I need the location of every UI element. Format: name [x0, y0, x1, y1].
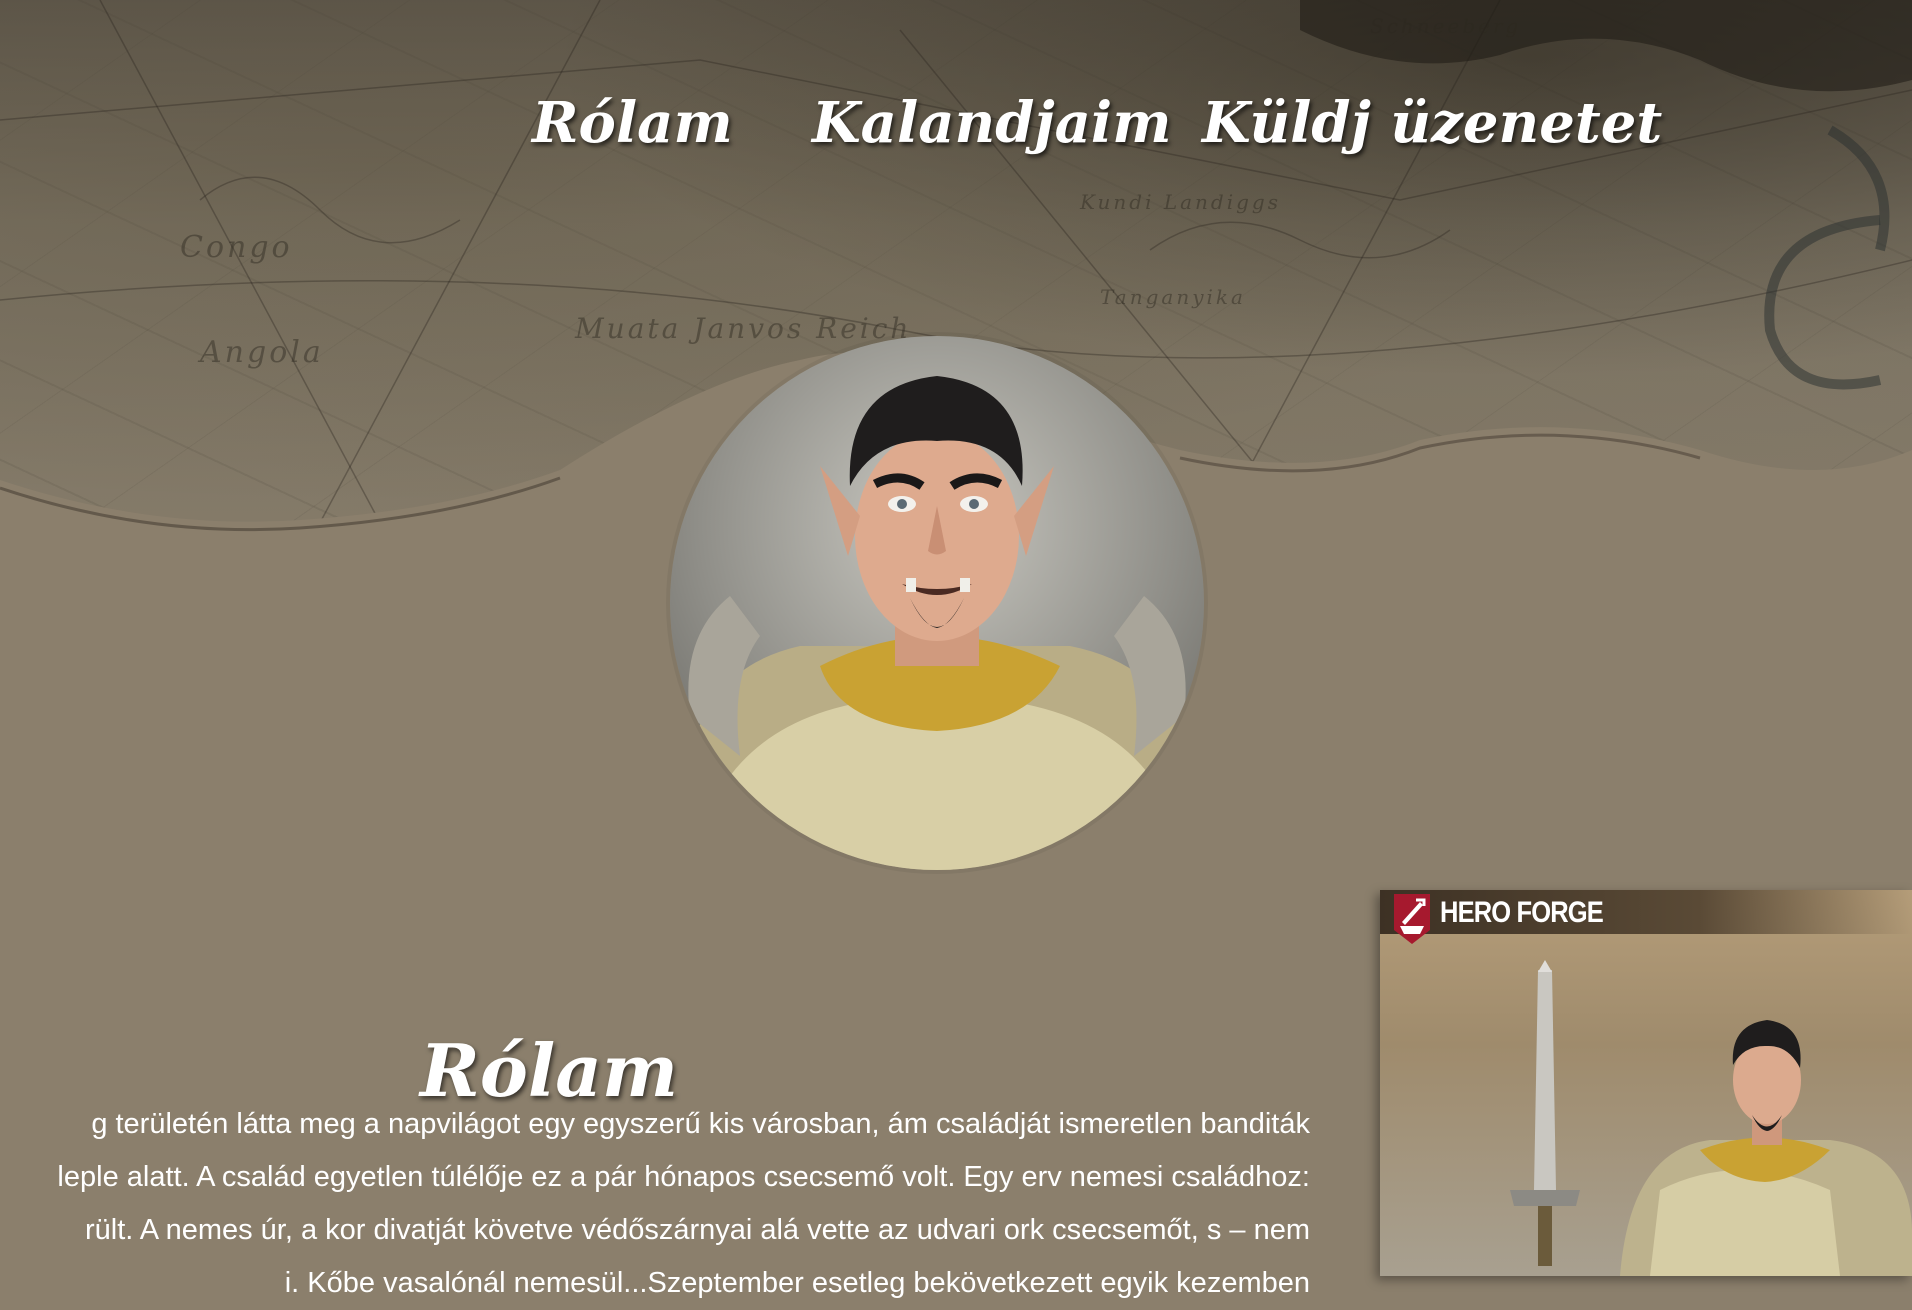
about-line: leple alatt. A család egyetlen túlélője … — [57, 1161, 1310, 1193]
map-label: Schneeberg — [1370, 14, 1522, 38]
hero-portrait-image — [670, 376, 1204, 870]
hero-forge-card[interactable]: HERO FORGE — [1380, 890, 1912, 1276]
hero-forge-preview-image — [1510, 960, 1912, 1276]
about-line: rült. A nemes úr, a kor divatját követve… — [84, 1214, 1310, 1246]
about-line: i. Kőbe vasalónál nemesül...Szeptember e… — [284, 1267, 1310, 1299]
map-label: Tanganyika — [1100, 285, 1246, 309]
about-line: g területén látta meg a napvilágot egy e… — [91, 1108, 1310, 1140]
map-label: Kundi Landiggs — [1080, 190, 1281, 214]
about-text: g területén látta meg a napvilágot egy e… — [0, 1098, 1310, 1310]
nav-link-kuldj-uzenetet[interactable]: Küldj üzenetet — [1202, 90, 1662, 156]
map-label: Congo — [180, 230, 293, 265]
main-nav: Rólam Kalandjaim Küldj üzenetet — [0, 90, 1912, 180]
avatar — [670, 336, 1204, 870]
nav-link-kalandjaim[interactable]: Kalandjaim — [812, 90, 1171, 156]
nav-link-rolam[interactable]: Rólam — [532, 90, 733, 156]
